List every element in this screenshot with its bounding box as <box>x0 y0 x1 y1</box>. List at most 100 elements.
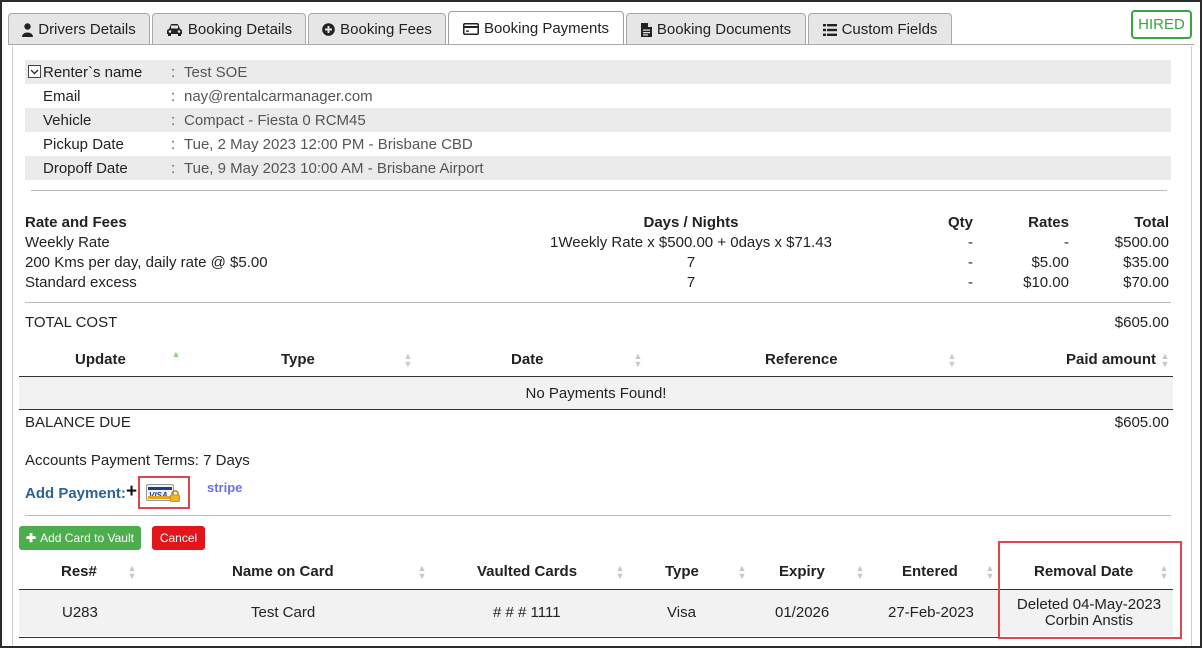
tab-booking-fees[interactable]: Booking Fees <box>308 13 446 45</box>
document-icon <box>640 22 652 37</box>
column-header-update[interactable]: Update <box>75 351 126 368</box>
vehicle-label: Vehicle <box>43 111 92 129</box>
payment-terms: Accounts Payment Terms: 7 Days <box>25 452 250 469</box>
column-header-type[interactable]: Type <box>281 351 315 368</box>
fee-rate: $10.00 <box>1023 274 1069 291</box>
sort-icon[interactable]: ▲ ▼ <box>417 564 427 581</box>
colon: : <box>171 111 176 129</box>
sort-icon[interactable]: ▲ ▼ <box>1160 352 1170 369</box>
add-card-label: Add Card to Vault <box>40 531 134 545</box>
column-header-entered[interactable]: Entered <box>902 563 958 580</box>
vault-name-on-card: Test Card <box>251 604 316 621</box>
tab-custom-fields[interactable]: Custom Fields <box>808 13 952 45</box>
empty-payments-message: No Payments Found! <box>19 377 1173 409</box>
tab-label: Booking Details <box>187 21 293 38</box>
plus-icon: ✚ <box>26 531 37 545</box>
fee-row: Standard excess 7 - $10.00 $70.00 <box>25 274 1171 294</box>
sort-icon[interactable]: ▲ ▼ <box>737 564 747 581</box>
plus-icon: + <box>126 481 138 502</box>
email-value: nay@rentalcarmanager.com <box>184 87 373 105</box>
tab-booking-details[interactable]: Booking Details <box>152 13 306 45</box>
visa-card-button[interactable]: VISA <box>146 483 180 503</box>
chevron-down-icon <box>30 69 39 74</box>
column-header-reference[interactable]: Reference <box>765 351 838 368</box>
column-header-paid-amount[interactable]: Paid amount <box>1066 351 1156 368</box>
stripe-link[interactable]: stripe <box>207 480 242 495</box>
balance-due-label: BALANCE DUE <box>25 414 131 431</box>
total-cost-label: TOTAL COST <box>25 314 118 331</box>
collapse-toggle[interactable] <box>28 65 41 78</box>
fees-header-rates: Rates <box>1028 214 1069 231</box>
payments-table: Update ▲ Type ▲ ▼ Date ▲ ▼ Reference ▲ ▼ Pa… <box>19 342 1173 412</box>
column-header-res[interactable]: Res# <box>61 563 97 580</box>
sort-icon[interactable]: ▲ ▼ <box>947 352 957 369</box>
colon: : <box>171 159 176 177</box>
column-header-type[interactable]: Type <box>665 563 699 580</box>
window-frame: Drivers Details Booking Details Booking … <box>0 0 1202 648</box>
renter-name-label: Renter`s name <box>43 63 143 81</box>
fee-total: $35.00 <box>1123 254 1169 271</box>
fees-header-total: Total <box>1134 214 1169 231</box>
tab-drivers-details[interactable]: Drivers Details <box>8 13 150 45</box>
status-badge: HIRED <box>1131 10 1192 39</box>
fees-header-days: Days / Nights <box>643 214 739 231</box>
sort-icon[interactable]: ▲ ▼ <box>403 352 413 369</box>
divider <box>25 515 1171 516</box>
dropoff-row: Dropoff Date : Tue, 9 May 2023 10:00 AM … <box>25 156 1171 180</box>
pickup-label: Pickup Date <box>43 135 124 153</box>
email-row: Email : nay@rentalcarmanager.com <box>25 84 1171 108</box>
fee-days: 7 <box>686 254 696 271</box>
colon: : <box>171 63 176 81</box>
tab-label: Custom Fields <box>841 21 938 38</box>
vault-res: U283 <box>62 604 98 621</box>
tab-label: Booking Fees <box>340 21 432 38</box>
vault-entered: 27-Feb-2023 <box>888 604 974 621</box>
pickup-row: Pickup Date : Tue, 2 May 2023 12:00 PM -… <box>25 132 1171 156</box>
column-header-date[interactable]: Date <box>511 351 544 368</box>
fee-qty: - <box>968 234 973 251</box>
add-card-to-vault-button[interactable]: ✚ Add Card to Vault <box>19 526 141 550</box>
car-icon <box>166 23 183 36</box>
sort-icon[interactable]: ▲ ▼ <box>127 564 137 581</box>
vault-card-type: Visa <box>667 604 696 621</box>
credit-card-icon <box>462 22 479 35</box>
fees-header-qty: Qty <box>947 214 973 231</box>
colon: : <box>171 87 176 105</box>
vault-expiry: 01/2026 <box>775 604 830 621</box>
fee-total: $70.00 <box>1123 274 1169 291</box>
email-label: Email <box>43 87 81 105</box>
fee-row: Weekly Rate 1Weekly Rate x $500.00 + 0da… <box>25 234 1171 254</box>
dropoff-label: Dropoff Date <box>43 159 128 177</box>
dropoff-value: Tue, 9 May 2023 10:00 AM - Brisbane Airp… <box>184 159 484 177</box>
sort-icon[interactable]: ▲ ▼ <box>633 352 643 369</box>
add-payment-label: Add Payment: <box>25 485 126 502</box>
tab-booking-documents[interactable]: Booking Documents <box>626 13 806 45</box>
fees-header: Rate and Fees Days / Nights Qty Rates To… <box>25 214 1171 234</box>
sort-asc-icon[interactable]: ▲ <box>171 350 181 359</box>
fee-rate: - <box>1064 234 1069 251</box>
divider <box>25 302 1171 303</box>
column-header-vaulted-cards[interactable]: Vaulted Cards <box>477 563 577 580</box>
sort-icon[interactable]: ▲ ▼ <box>855 564 865 581</box>
fee-name: Weekly Rate <box>25 234 110 251</box>
cancel-button[interactable]: Cancel <box>152 526 205 550</box>
column-header-expiry[interactable]: Expiry <box>779 563 825 580</box>
user-icon <box>22 22 34 37</box>
vehicle-row: Vehicle : Compact - Fiesta 0 RCM45 <box>25 108 1171 132</box>
fee-total: $500.00 <box>1114 234 1169 251</box>
pickup-value: Tue, 2 May 2023 12:00 PM - Brisbane CBD <box>184 135 473 153</box>
vault-card-number: # # # 1111 <box>493 604 561 621</box>
sort-icon[interactable]: ▲ ▼ <box>615 564 625 581</box>
fee-row: 200 Kms per day, daily rate @ $5.00 7 - … <box>25 254 1171 274</box>
total-cost-value: $605.00 <box>1114 314 1169 331</box>
list-icon <box>822 23 837 36</box>
balance-due-row: BALANCE DUE $605.00 <box>25 414 1171 434</box>
sort-icon[interactable]: ▲ ▼ <box>985 564 995 581</box>
fee-name: Standard excess <box>25 274 137 291</box>
column-header-name-on-card[interactable]: Name on Card <box>232 563 334 580</box>
tab-booking-payments[interactable]: Booking Payments <box>448 11 624 45</box>
payments-header-row: Update ▲ Type ▲ ▼ Date ▲ ▼ Reference ▲ ▼ Pa… <box>19 342 1173 376</box>
fee-days: 1Weekly Rate x $500.00 + 0days x $71.43 <box>550 234 832 251</box>
tab-label: Booking Documents <box>656 21 792 38</box>
fee-days: 7 <box>686 274 696 291</box>
